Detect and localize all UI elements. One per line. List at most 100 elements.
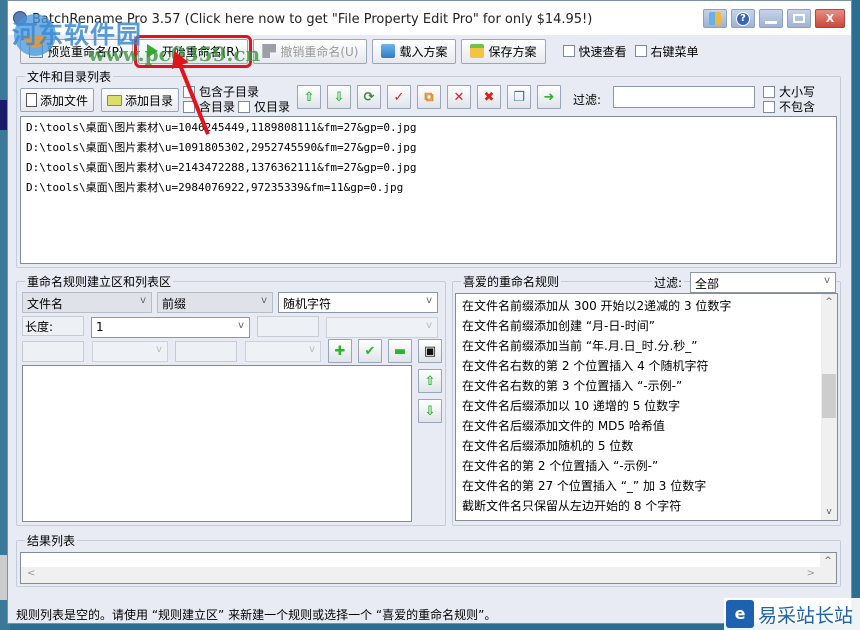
favorite-rule-item[interactable]: 在文件名的第 27 个位置插入 “_” 加 3 位数字 <box>456 476 837 496</box>
scroll-left-icon[interactable]: < <box>27 568 35 579</box>
favorites-filter-select[interactable]: 全部 v <box>690 272 836 293</box>
minimize-icon <box>765 20 777 24</box>
save-scheme-button[interactable]: 保存方案 <box>461 38 546 64</box>
minus-icon: ▬ <box>393 343 407 359</box>
exclude-checkbox[interactable]: 不包含 <box>763 98 815 115</box>
cube-button[interactable] <box>703 9 727 28</box>
param-input-2[interactable] <box>22 341 84 362</box>
checked-document-icon: ✓ <box>393 89 405 105</box>
delete-icon: ✕ <box>453 89 465 105</box>
scroll-right-icon[interactable]: > <box>807 568 815 579</box>
duplicate-icon: ⧉ <box>424 89 434 105</box>
length-label: 长度: <box>25 320 54 334</box>
files-group-label: 文件和目录列表 <box>25 68 114 85</box>
file-list-item[interactable]: D:\tools\桌面\图片素材\u=2143472288,1376362111… <box>21 158 836 178</box>
remove-rule-button[interactable]: ▬ <box>388 339 412 363</box>
param-select-3[interactable]: v <box>245 341 321 362</box>
favorites-list[interactable]: 在文件名前缀添加从 300 开始以2递减的 3 位数字 在文件名前缀添加创建 “… <box>455 293 838 521</box>
checkbox-box[interactable] <box>562 45 575 57</box>
chevron-down-icon: v <box>426 295 432 306</box>
copy-icon: ❐ <box>513 89 525 105</box>
length-label-box: 长度: <box>22 316 84 336</box>
file-list-item[interactable]: D:\tools\桌面\图片素材\u=1046245449,1189808111… <box>21 118 836 138</box>
target-select-value: 文件名 <box>27 297 64 311</box>
load-scheme-button[interactable]: 载入方案 <box>372 38 457 64</box>
minimize-button[interactable] <box>759 9 783 28</box>
clear-list-icon: ✖ <box>483 89 495 105</box>
checkbox-box[interactable] <box>763 100 775 113</box>
results-vscrollbar[interactable]: ^ <box>820 553 836 583</box>
close-button[interactable]: X <box>815 9 845 28</box>
maximize-button[interactable] <box>787 9 811 28</box>
save-rule-button[interactable]: ▣ <box>418 339 442 363</box>
undo-rename-button[interactable]: 撤销重命名(U) <box>253 38 368 64</box>
close-icon: X <box>825 12 835 25</box>
results-list[interactable]: < > ^ <box>20 552 837 584</box>
param-select-2[interactable]: v <box>92 341 168 362</box>
filter-input[interactable] <box>613 86 755 108</box>
chevron-down-icon: v <box>309 344 315 355</box>
corner-logo-text: 易采站长站 <box>758 604 854 627</box>
export-button[interactable]: ➜ <box>537 85 561 109</box>
move-down-button[interactable]: ⇩ <box>327 85 351 109</box>
move-up-button[interactable]: ⇧ <box>297 85 321 109</box>
include-dir-checkbox[interactable]: 含目录 <box>183 98 235 115</box>
param-input-3[interactable] <box>175 341 237 362</box>
rule-move-down-button[interactable]: ⇩ <box>418 399 442 423</box>
context-menu-checkbox[interactable]: 右键菜单 <box>634 43 699 60</box>
favorite-rule-item[interactable]: 在文件名右数的第 2 个位置插入 4 个随机字符 <box>456 356 837 376</box>
copy-button[interactable]: ❐ <box>507 85 531 109</box>
file-list[interactable]: D:\tools\桌面\图片素材\u=1046245449,1189808111… <box>20 116 837 264</box>
check-button[interactable]: ✓ <box>387 85 411 109</box>
param-input-1[interactable] <box>257 316 319 337</box>
load-scheme-label: 载入方案 <box>399 44 448 59</box>
quick-view-checkbox[interactable]: 快速查看 <box>562 43 627 60</box>
only-dir-checkbox[interactable]: 仅目录 <box>238 98 290 115</box>
favorite-rule-item[interactable]: 在文件名后缀添加以 10 递增的 5 位数字 <box>456 396 837 416</box>
type-select[interactable]: 随机字符 v <box>278 292 438 313</box>
scroll-down-icon[interactable]: v <box>821 504 837 520</box>
results-hscrollbar[interactable]: < > <box>21 567 821 583</box>
favorite-rule-item[interactable]: 在文件名后缀添加文件的 MD5 哈希值 <box>456 416 837 436</box>
target-select[interactable]: 文件名 v <box>22 292 152 313</box>
favorite-rule-item[interactable]: 在文件名的第 2 个位置插入 “-示例-” <box>456 456 837 476</box>
undo-icon <box>262 44 277 58</box>
favorite-rule-item[interactable]: 在文件名右数的第 3 个位置插入 “-示例-” <box>456 376 837 396</box>
window-controls: ? X <box>703 9 845 28</box>
apply-rule-button[interactable]: ✔ <box>358 339 382 363</box>
checkbox-box[interactable] <box>238 100 250 113</box>
param-select-1[interactable]: v <box>326 317 438 338</box>
chevron-down-icon: v <box>426 320 432 331</box>
length-select[interactable]: 1 v <box>91 317 250 338</box>
context-menu-label: 右键菜单 <box>650 44 699 59</box>
position-select[interactable]: 前缀 v <box>157 292 273 313</box>
delete-button[interactable]: ✕ <box>447 85 471 109</box>
add-directory-button[interactable]: 添加目录 <box>101 88 180 112</box>
checkbox-box[interactable] <box>634 45 647 57</box>
favorite-rule-item[interactable]: 在文件名后缀添加随机的 5 位数 <box>456 436 837 456</box>
scrollbar-thumb[interactable] <box>822 374 836 418</box>
favorites-group-label: 喜爱的重命名规则 <box>461 273 562 290</box>
undo-rename-label: 撤销重命名(U) <box>280 44 359 59</box>
favorite-rule-item[interactable]: 在文件名前缀添加创建 “月-日-时间” <box>456 316 837 336</box>
add-file-button[interactable]: 添加文件 <box>20 88 95 112</box>
status-bar-message: 规则列表是空的。请使用 “规则建立区” 来新建一个规则或选择一个 “喜爱的重命名… <box>16 608 497 622</box>
help-button[interactable]: ? <box>731 9 755 28</box>
clear-list-button[interactable]: ✖ <box>477 85 501 109</box>
scroll-up-icon[interactable]: ^ <box>820 553 836 569</box>
rule-move-up-button[interactable]: ⇧ <box>418 369 442 393</box>
file-list-item[interactable]: D:\tools\桌面\图片素材\u=2984076922,97235339&f… <box>21 178 836 198</box>
favorite-rule-item[interactable]: 在文件名前缀添加当前 “年.月.日_时.分.秒_” <box>456 336 837 356</box>
favorite-rule-item[interactable]: 在文件名前缀添加从 300 开始以2递减的 3 位数字 <box>456 296 837 316</box>
add-directory-label: 添加目录 <box>125 93 174 108</box>
add-rule-button[interactable]: ✚ <box>328 339 352 363</box>
file-list-item[interactable]: D:\tools\桌面\图片素材\u=1091805302,2952745590… <box>21 138 836 158</box>
scroll-up-icon[interactable]: ^ <box>821 294 837 310</box>
save-folder-icon <box>470 44 485 58</box>
refresh-button[interactable]: ⟳ <box>357 85 381 109</box>
duplicate-button[interactable]: ⧉ <box>417 85 441 109</box>
favorites-scrollbar[interactable]: ^ v <box>821 294 837 520</box>
rule-list[interactable] <box>22 365 412 522</box>
favorite-rule-item[interactable]: 截断文件名只保留从左边开始的 8 个字符 <box>456 496 837 516</box>
checkbox-box[interactable] <box>763 85 775 98</box>
